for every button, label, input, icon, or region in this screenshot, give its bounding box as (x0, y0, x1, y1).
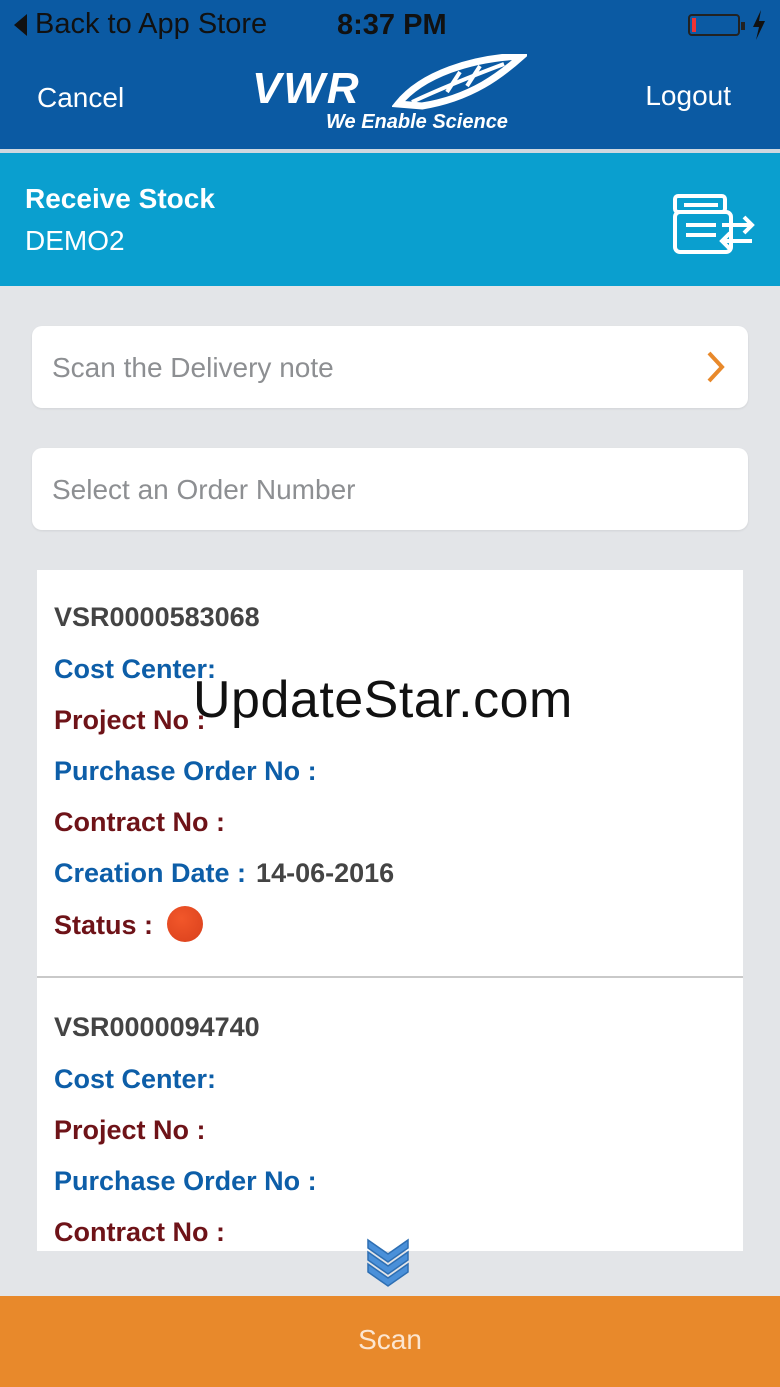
back-label: Back to App Store (35, 8, 268, 40)
battery-icon (688, 14, 745, 36)
order-card[interactable]: VSR0000583068 Cost Center: Project No : … (37, 570, 743, 978)
contract-no-label: Contract No : (54, 807, 225, 837)
cost-center-label: Cost Center: (54, 654, 217, 684)
chevron-right-icon (707, 351, 725, 383)
vwr-logo: VWR We Enable Science (252, 54, 532, 144)
purchase-order-label: Purchase Order No : (54, 756, 317, 786)
order-number-select[interactable]: Select an Order Number (32, 448, 748, 530)
status-label: Status : (54, 910, 154, 941)
logo-tagline: We Enable Science (326, 111, 508, 133)
logo-text: VWR (252, 64, 361, 113)
page-subtitle: DEMO2 (25, 225, 125, 256)
transfer-icon[interactable] (672, 193, 756, 257)
delivery-note-placeholder: Scan the Delivery note (52, 352, 334, 383)
screen-header: Receive Stock DEMO2 (0, 153, 780, 286)
logout-button[interactable]: Logout (645, 80, 731, 112)
order-id: VSR0000583068 (54, 602, 260, 632)
delivery-note-field[interactable]: Scan the Delivery note (32, 326, 748, 408)
cost-center-label: Cost Center: (54, 1064, 217, 1094)
charging-bolt-icon (753, 10, 765, 40)
order-card[interactable]: VSR0000094740 Cost Center: Project No : … (37, 978, 743, 1251)
clock: 8:37 PM (337, 9, 447, 41)
project-no-label: Project No : (54, 1115, 206, 1145)
contract-no-label: Contract No : (54, 1217, 225, 1247)
watermark: UpdateStar.com (193, 671, 573, 729)
order-id: VSR0000094740 (54, 1012, 260, 1042)
battery-level (692, 18, 696, 32)
purchase-order-label: Purchase Order No : (54, 1166, 317, 1196)
cancel-button[interactable]: Cancel (37, 82, 124, 114)
scroll-down-chevron-icon[interactable] (366, 1238, 410, 1288)
order-number-placeholder: Select an Order Number (52, 474, 356, 505)
status-bar: Back to App Store 8:37 PM (0, 0, 780, 52)
back-arrow-icon (14, 13, 27, 36)
creation-date-label: Creation Date : (54, 858, 247, 888)
status-indicator-icon (167, 906, 204, 942)
project-no-label: Project No : (54, 705, 206, 735)
leaf-logo-icon (392, 54, 527, 110)
creation-date-value: 14-06-2016 (256, 858, 395, 888)
scan-button-label: Scan (358, 1324, 422, 1355)
creation-date-row: Creation Date : 14-06-2016 (54, 858, 394, 889)
page-title: Receive Stock (25, 183, 215, 214)
nav-bar: Cancel VWR We Enable Science Logout (0, 52, 780, 149)
back-to-app-store-link[interactable]: Back to App Store (14, 8, 267, 41)
status-row: Status : (54, 906, 204, 945)
scan-button[interactable]: Scan (0, 1296, 780, 1387)
